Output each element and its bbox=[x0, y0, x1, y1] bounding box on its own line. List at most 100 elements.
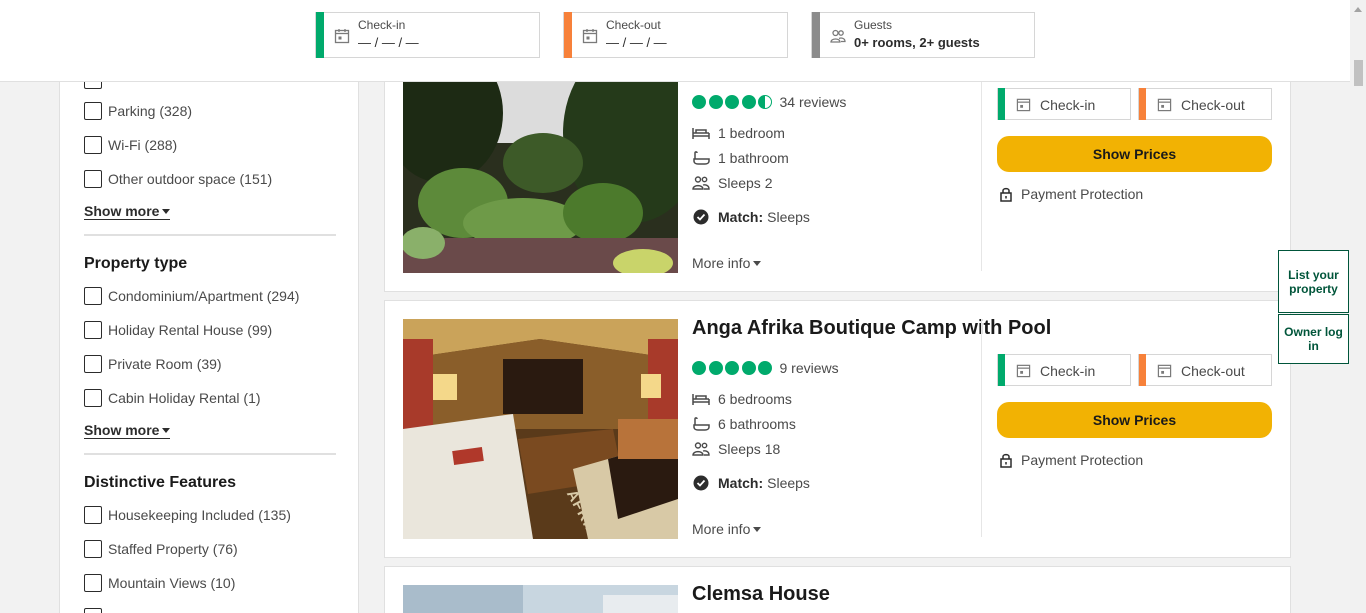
people-icon bbox=[692, 176, 710, 190]
feature-filter-partial[interactable] bbox=[84, 607, 108, 613]
amenity-filter-partial[interactable] bbox=[84, 82, 108, 90]
owner-login-button[interactable]: Owner log in bbox=[1278, 314, 1349, 364]
listing-photo[interactable] bbox=[403, 53, 678, 273]
show-more-label: Show more bbox=[84, 203, 160, 219]
show-prices-button[interactable]: Show Prices bbox=[997, 402, 1272, 438]
filter-label: Condominium/Apartment (294) bbox=[108, 288, 300, 304]
bathrooms-row: 1 bathroom bbox=[692, 149, 789, 167]
checkout-field[interactable]: Check-out — / — / — bbox=[563, 12, 788, 58]
more-info-label: More info bbox=[692, 521, 751, 537]
feature-filter-staffed[interactable]: Staffed Property (76) bbox=[84, 539, 238, 559]
property-filter-condo[interactable]: Condominium/Apartment (294) bbox=[84, 286, 299, 306]
calendar-icon bbox=[1157, 98, 1172, 112]
caret-down-icon bbox=[162, 209, 171, 214]
amenity-filter-outdoor[interactable]: Other outdoor space (151) bbox=[84, 169, 272, 189]
guests-field[interactable]: Guests 0+ rooms, 2+ guests bbox=[811, 12, 1035, 58]
match-row: Match: Sleeps bbox=[692, 474, 810, 492]
date-guest-bar: Check-in — / — / — Check-out — / — / — G… bbox=[0, 0, 1350, 82]
checkbox[interactable] bbox=[84, 574, 102, 592]
checkbox[interactable] bbox=[84, 170, 102, 188]
amenity-filter-wifi[interactable]: Wi-Fi (288) bbox=[84, 135, 177, 155]
card-checkout-button[interactable]: Check-out bbox=[1138, 354, 1272, 386]
match-value: Sleeps bbox=[767, 209, 810, 225]
show-more-property-link[interactable]: Show more bbox=[84, 422, 171, 439]
card-checkin-button[interactable]: Check-in bbox=[997, 88, 1131, 120]
checkin-label: Check-in bbox=[1040, 363, 1096, 379]
listing-card[interactable]: Clemsa House bbox=[384, 566, 1291, 613]
show-prices-button[interactable]: Show Prices bbox=[997, 136, 1272, 172]
listing-card[interactable]: AFRIKA Anga Afrika Boutique Camp with Po… bbox=[384, 300, 1291, 558]
card-divider bbox=[981, 319, 982, 537]
payment-protection-text: Payment Protection bbox=[1021, 452, 1144, 468]
checkout-label: Check-out bbox=[1181, 363, 1245, 379]
checkin-label: Check-in bbox=[1040, 97, 1096, 113]
list-your-property-button[interactable]: List your property bbox=[1278, 250, 1349, 313]
rating-dot bbox=[741, 361, 756, 375]
more-info-link[interactable]: More info bbox=[692, 255, 762, 271]
card-checkout-button[interactable]: Check-out bbox=[1138, 88, 1272, 120]
amenity-filter-parking[interactable]: Parking (328) bbox=[84, 101, 192, 121]
sleeps-text: Sleeps 2 bbox=[718, 175, 773, 191]
card-checkin-button[interactable]: Check-in bbox=[997, 354, 1131, 386]
bathtub-icon bbox=[693, 151, 710, 165]
calendar-icon bbox=[1157, 364, 1172, 378]
bedrooms-text: 6 bedrooms bbox=[718, 391, 792, 407]
more-info-link[interactable]: More info bbox=[692, 521, 762, 537]
listing-title[interactable]: Anga Afrika Boutique Camp with Pool bbox=[692, 317, 1051, 340]
check-circle-icon bbox=[693, 475, 709, 491]
checkbox[interactable] bbox=[84, 389, 102, 407]
rating-dot bbox=[725, 95, 739, 109]
bathrooms-row: 6 bathrooms bbox=[692, 415, 796, 433]
caret-down-icon bbox=[753, 261, 762, 266]
payment-protection-text: Payment Protection bbox=[1021, 186, 1144, 202]
rating-dot bbox=[692, 361, 706, 375]
checkbox[interactable] bbox=[84, 287, 102, 305]
checkbox[interactable] bbox=[84, 355, 102, 373]
checkbox[interactable] bbox=[84, 136, 102, 154]
listing-photo[interactable]: AFRIKA bbox=[403, 319, 678, 539]
checkout-value: — / — / — bbox=[606, 35, 667, 50]
show-more-label: Show more bbox=[84, 422, 160, 438]
bedrooms-row: 6 bedrooms bbox=[692, 390, 792, 408]
checkout-label: Check-out bbox=[606, 18, 661, 32]
sleeps-row: Sleeps 18 bbox=[692, 440, 780, 458]
property-filter-house[interactable]: Holiday Rental House (99) bbox=[84, 320, 272, 340]
bedrooms-row: 1 bedroom bbox=[692, 124, 785, 142]
filter-label: Other outdoor space (151) bbox=[108, 171, 273, 187]
checkin-field[interactable]: Check-in — / — / — bbox=[315, 12, 540, 58]
rating-dot bbox=[708, 361, 723, 375]
checkbox[interactable] bbox=[84, 82, 102, 89]
review-count-link[interactable]: 34 reviews bbox=[780, 94, 847, 110]
sleeps-text: Sleeps 18 bbox=[718, 441, 781, 457]
rating-bubbles: 34 reviews bbox=[692, 94, 846, 110]
scroll-up-icon[interactable] bbox=[1350, 2, 1366, 18]
feature-filter-housekeeping[interactable]: Housekeeping Included (135) bbox=[84, 505, 291, 525]
property-filter-private-room[interactable]: Private Room (39) bbox=[84, 354, 222, 374]
checkin-stripe bbox=[998, 88, 1005, 120]
checkbox[interactable] bbox=[84, 102, 102, 120]
checkbox[interactable] bbox=[84, 540, 102, 558]
guests-value: 0+ rooms, 2+ guests bbox=[854, 35, 980, 50]
show-more-amenities-link[interactable]: Show more bbox=[84, 203, 171, 220]
caret-down-icon bbox=[753, 527, 762, 532]
match-row: Match: Sleeps bbox=[692, 208, 810, 226]
rating-dot-half bbox=[758, 95, 772, 109]
listing-title[interactable]: Clemsa House bbox=[692, 583, 830, 606]
filter-label: Staffed Property (76) bbox=[108, 541, 238, 557]
checkbox[interactable] bbox=[84, 608, 102, 613]
listing-photo[interactable] bbox=[403, 585, 678, 613]
lock-icon bbox=[1000, 187, 1012, 202]
distinctive-features-heading: Distinctive Features bbox=[84, 474, 237, 491]
checkbox[interactable] bbox=[84, 321, 102, 339]
garden-photo bbox=[403, 53, 678, 273]
review-count-link[interactable]: 9 reviews bbox=[780, 360, 839, 376]
checkout-stripe bbox=[1139, 354, 1146, 386]
feature-filter-mountain[interactable]: Mountain Views (10) bbox=[84, 573, 235, 593]
scrollbar-thumb[interactable] bbox=[1354, 60, 1363, 86]
checkbox[interactable] bbox=[84, 506, 102, 524]
filter-label: Parking (328) bbox=[108, 103, 193, 119]
match-value: Sleeps bbox=[767, 475, 810, 491]
property-filter-cabin[interactable]: Cabin Holiday Rental (1) bbox=[84, 388, 261, 408]
page-scrollbar[interactable] bbox=[1350, 0, 1366, 613]
checkin-label: Check-in bbox=[358, 18, 406, 32]
